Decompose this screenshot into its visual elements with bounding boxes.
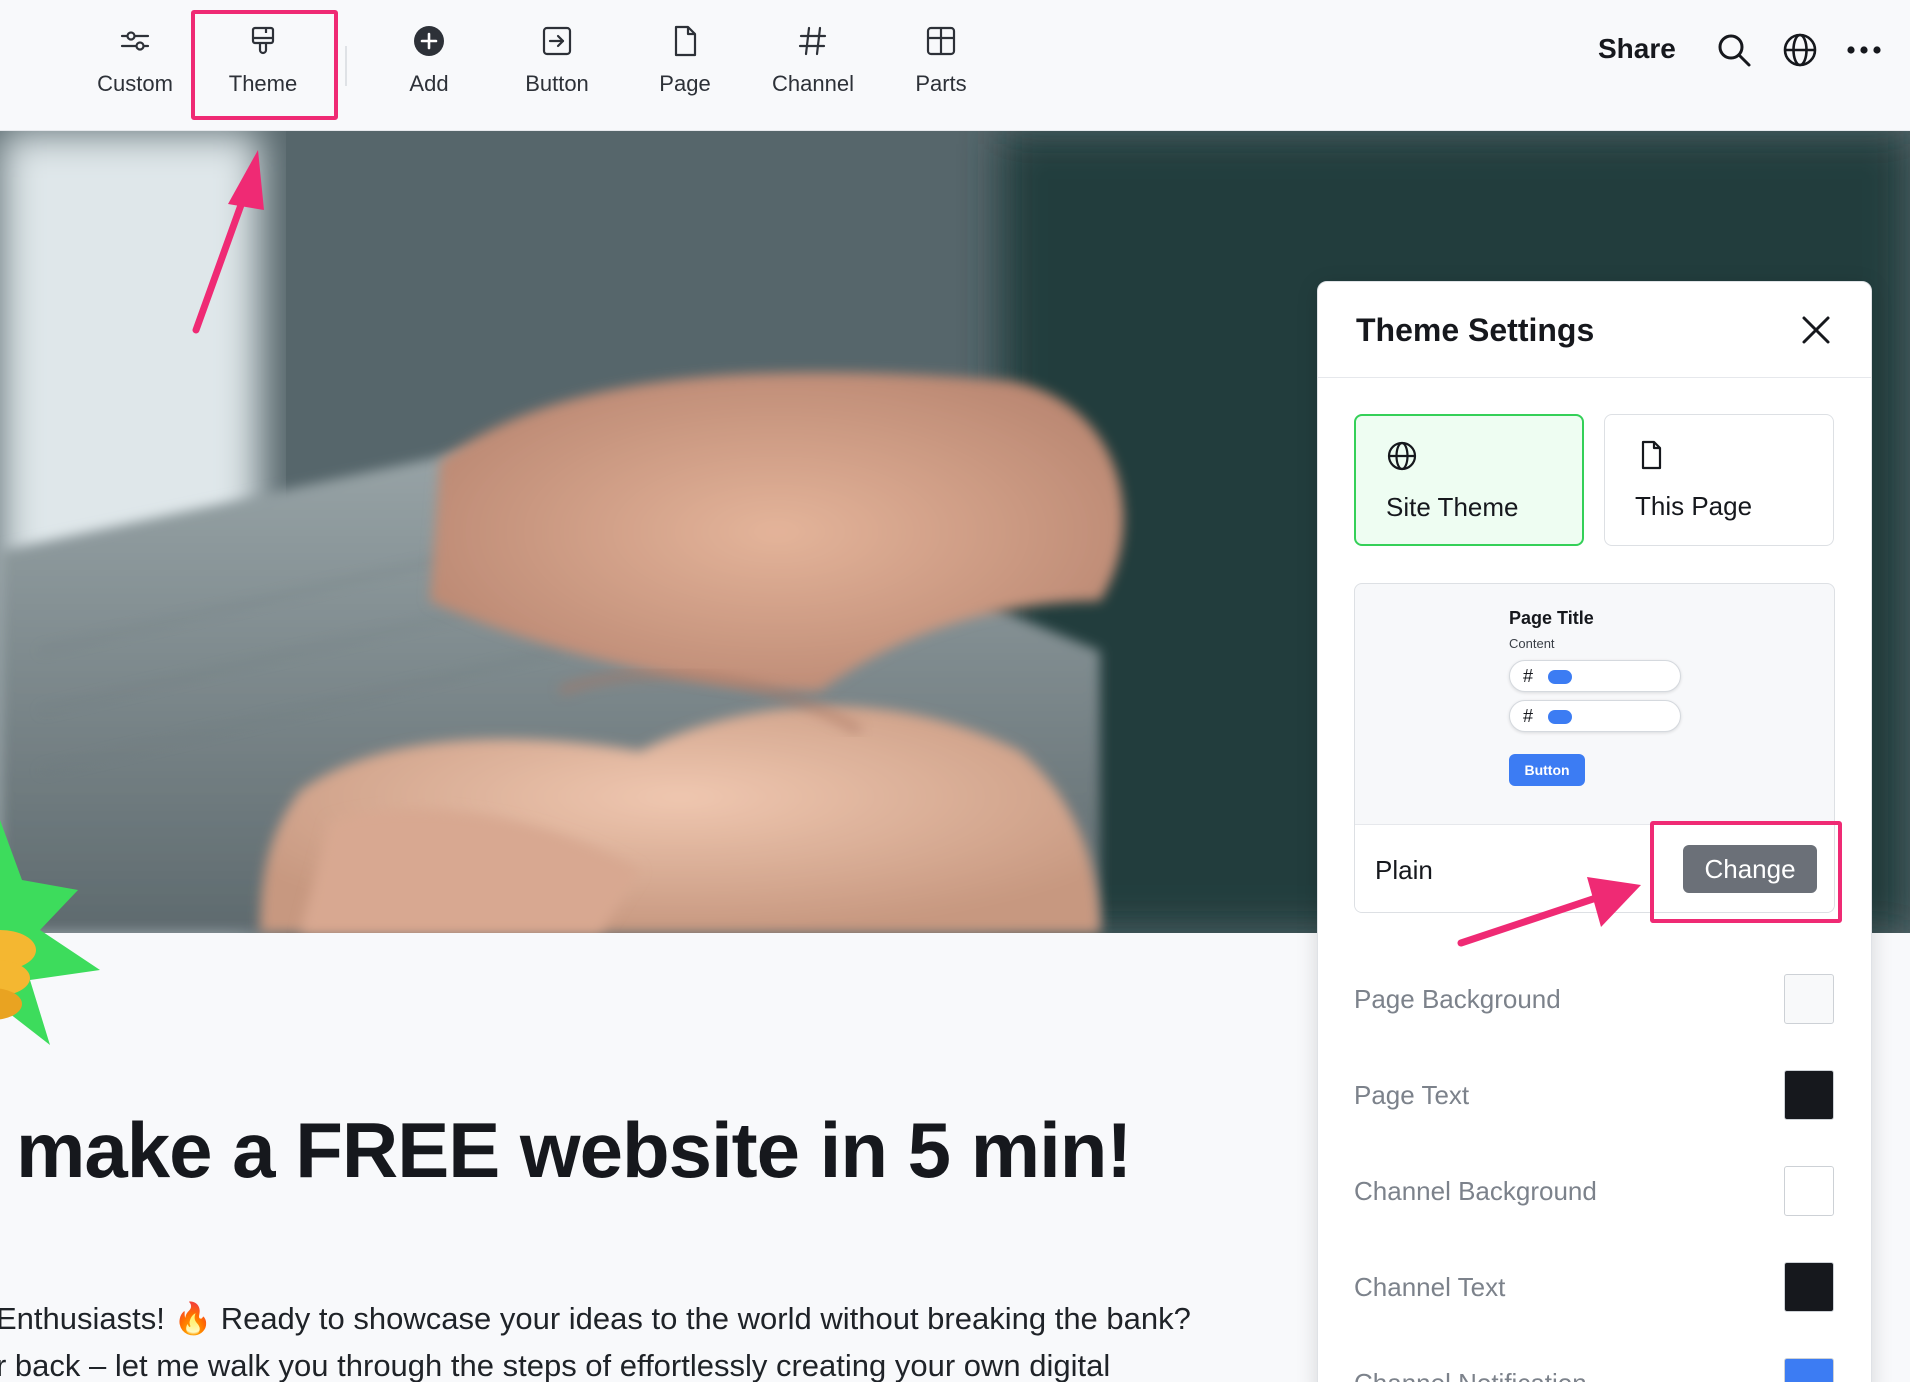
button-arrow-icon bbox=[542, 26, 572, 56]
color-row-channel-background: Channel Background bbox=[1354, 1166, 1835, 1216]
share-button[interactable]: Share bbox=[1598, 33, 1676, 65]
globe-icon[interactable] bbox=[1782, 32, 1818, 68]
panel-header: Theme Settings bbox=[1318, 282, 1871, 378]
preview-notification-dot bbox=[1548, 670, 1572, 684]
theme-settings-panel: Theme Settings Site Theme This Page Page… bbox=[1317, 281, 1872, 1382]
page-icon bbox=[674, 25, 697, 57]
tool-label: Channel bbox=[772, 71, 854, 96]
preview-channel-item: # bbox=[1509, 700, 1681, 732]
theme-preview: Page Title Content # # Button Plain Chan… bbox=[1354, 583, 1835, 913]
color-swatch[interactable] bbox=[1784, 1358, 1834, 1382]
preview-notification-dot bbox=[1548, 710, 1572, 724]
body-text-line: Enthusiasts! 🔥 Ready to showcase your id… bbox=[0, 1301, 1191, 1336]
sliders-icon bbox=[120, 31, 150, 51]
tool-theme[interactable]: Theme bbox=[203, 24, 323, 114]
tool-channel[interactable]: Channel bbox=[753, 24, 873, 114]
color-label: Channel Background bbox=[1354, 1176, 1597, 1206]
page-headline: make a FREE website in 5 min! bbox=[16, 1106, 1132, 1194]
arrow-annotation-icon bbox=[192, 150, 264, 334]
tool-label: Add bbox=[409, 71, 449, 96]
arrow-annotation-icon bbox=[1457, 877, 1641, 947]
scope-site-theme[interactable]: Site Theme bbox=[1354, 414, 1584, 546]
tool-label: Parts bbox=[915, 71, 967, 96]
tool-label: Custom bbox=[97, 71, 173, 96]
hash-icon bbox=[798, 26, 827, 56]
color-row-channel-text: Channel Text bbox=[1354, 1262, 1835, 1312]
color-label: Channel Text bbox=[1354, 1272, 1506, 1302]
color-swatch[interactable] bbox=[1784, 1070, 1834, 1120]
preview-channel-item: # bbox=[1509, 660, 1681, 692]
page-icon bbox=[1641, 440, 1662, 470]
toolbar-divider bbox=[345, 46, 347, 86]
tool-add[interactable]: Add bbox=[369, 24, 489, 114]
color-swatch[interactable] bbox=[1784, 974, 1834, 1024]
tool-label: Button bbox=[525, 71, 589, 96]
color-label: Page Background bbox=[1354, 984, 1561, 1014]
top-toolbar: Custom Theme Add Button Page Channel Par… bbox=[0, 0, 1910, 131]
paintbrush-icon bbox=[251, 26, 275, 55]
tool-label: Theme bbox=[228, 71, 298, 96]
layout-icon bbox=[926, 26, 956, 56]
scope-label: This Page bbox=[1635, 491, 1753, 521]
preview-button: Button bbox=[1509, 754, 1585, 786]
tool-button[interactable]: Button bbox=[497, 24, 617, 114]
color-row-channel-notification: Channel Notification bbox=[1354, 1358, 1835, 1382]
color-swatch[interactable] bbox=[1784, 1166, 1834, 1216]
globe-icon bbox=[1387, 441, 1417, 471]
color-row-page-background: Page Background bbox=[1354, 974, 1835, 1024]
more-icon[interactable] bbox=[1846, 32, 1882, 68]
body-text-line: r back – let me walk you through the ste… bbox=[0, 1348, 1111, 1382]
preview-content-label: Content bbox=[1509, 636, 1555, 651]
color-label: Channel Notification bbox=[1354, 1368, 1587, 1382]
scope-this-page[interactable]: This Page bbox=[1604, 414, 1834, 546]
panel-title: Theme Settings bbox=[1356, 312, 1595, 348]
preview-page-title: Page Title bbox=[1509, 608, 1594, 628]
tool-page[interactable]: Page bbox=[625, 24, 745, 114]
color-label: Page Text bbox=[1354, 1080, 1470, 1110]
theme-name: Plain bbox=[1375, 855, 1433, 885]
scope-label: Site Theme bbox=[1386, 492, 1519, 522]
starburst-badge bbox=[0, 820, 100, 1045]
tool-parts[interactable]: Parts bbox=[881, 24, 1001, 114]
search-icon[interactable] bbox=[1716, 32, 1752, 68]
color-row-page-text: Page Text bbox=[1354, 1070, 1835, 1120]
plus-circle-icon bbox=[414, 26, 444, 56]
color-swatch[interactable] bbox=[1784, 1262, 1834, 1312]
change-theme-button[interactable]: Change bbox=[1683, 845, 1817, 893]
tool-label: Page bbox=[659, 71, 711, 96]
preview-hash: # bbox=[1523, 666, 1534, 686]
close-icon[interactable] bbox=[1798, 312, 1834, 348]
tool-custom[interactable]: Custom bbox=[75, 24, 195, 114]
preview-hash: # bbox=[1523, 706, 1534, 726]
